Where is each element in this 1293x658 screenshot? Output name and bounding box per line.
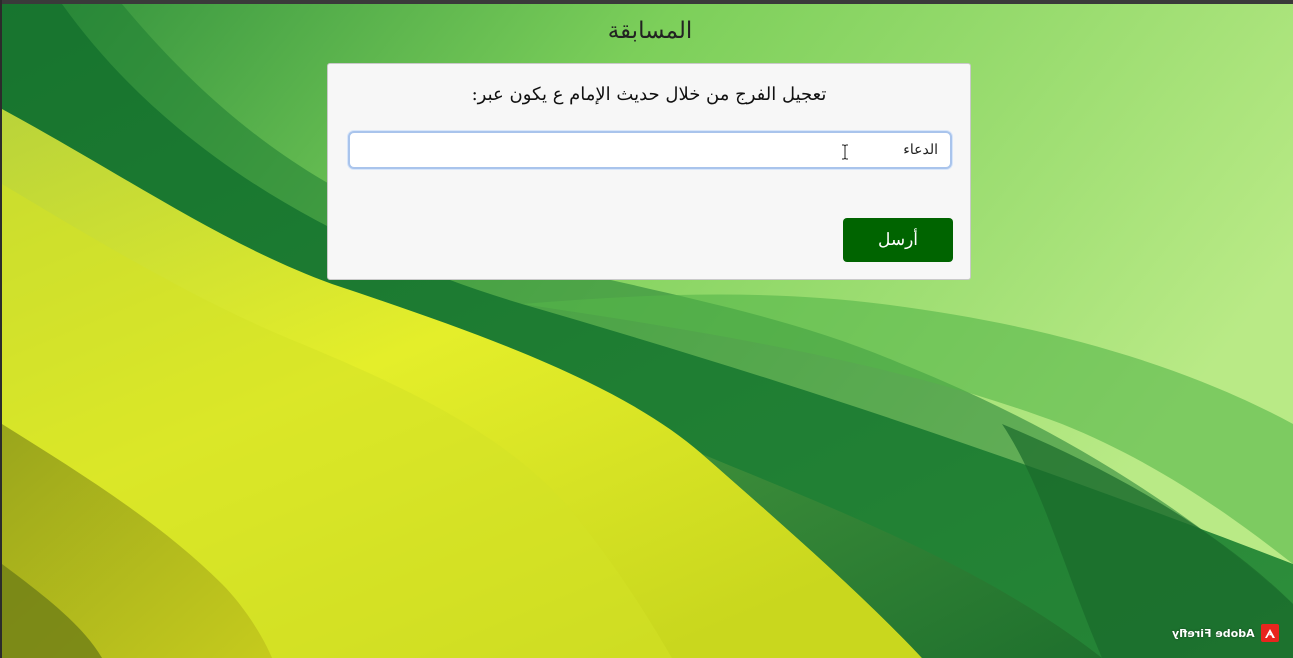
adobe-logo-icon [1261, 624, 1279, 642]
quiz-card: تعجيل الفرج من خلال حديث الإمام ع يكون ع… [327, 63, 971, 280]
watermark: Adobe Firefly [1172, 624, 1279, 642]
send-button[interactable]: أرسل [843, 218, 953, 262]
answer-input[interactable] [348, 131, 952, 169]
watermark-text: Adobe Firefly [1172, 626, 1255, 640]
question-text: تعجيل الفرج من خلال حديث الإمام ع يكون ع… [471, 84, 827, 105]
page-title: المسابقة [607, 18, 693, 44]
i-beam-cursor-icon [842, 144, 848, 160]
